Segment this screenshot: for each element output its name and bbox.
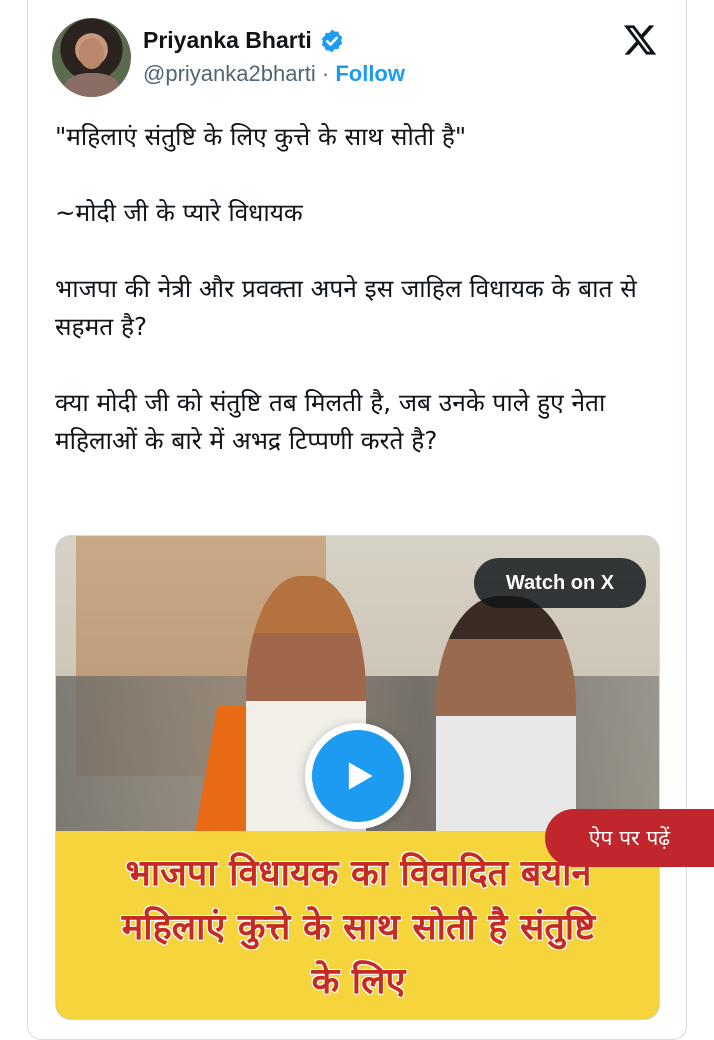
avatar-body — [64, 73, 120, 97]
video-media[interactable]: Watch on X भाजपा विधायक का विवादित बयान … — [55, 535, 660, 1020]
tweet-line-question-1: भाजपा की नेत्री और प्रवक्ता अपने इस जाहि… — [55, 274, 637, 341]
verified-badge-icon — [321, 29, 342, 52]
avatar-face — [79, 38, 104, 69]
author-name-row: Priyanka Bharti — [143, 27, 345, 54]
video-reporter — [436, 596, 576, 836]
watch-on-x-button[interactable]: Watch on X — [474, 558, 646, 608]
avatar[interactable] — [52, 18, 131, 97]
tweet-line-quote: "महिलाएं संतुष्टि के लिए कुत्ते के साथ स… — [55, 122, 467, 151]
play-button[interactable] — [305, 723, 411, 829]
x-logo-icon[interactable] — [621, 22, 659, 58]
follow-link[interactable]: Follow — [335, 61, 405, 86]
read-on-app-button[interactable]: ऐप पर पढ़ें — [545, 809, 714, 867]
play-icon — [348, 762, 373, 790]
author-name[interactable]: Priyanka Bharti — [143, 27, 312, 54]
author-handle-row: @priyanka2bharti · Follow — [143, 61, 405, 87]
tweet-line-attribution: ~मोदी जी के प्यारे विधायक — [55, 198, 303, 227]
banner-line-3: के लिए — [311, 961, 406, 1002]
handle-separator: · — [315, 61, 336, 86]
tweet-line-question-2: क्या मोदी जी को संतुष्टि तब मिलती है, जब… — [55, 388, 606, 455]
play-button-circle — [312, 730, 404, 822]
tweet-text: "महिलाएं संतुष्टि के लिए कुत्ते के साथ स… — [55, 118, 665, 460]
author-handle[interactable]: @priyanka2bharti — [143, 61, 316, 86]
banner-line-2: महिलाएं कुत्ते के साथ सोती है संतुष्टि — [121, 907, 596, 948]
